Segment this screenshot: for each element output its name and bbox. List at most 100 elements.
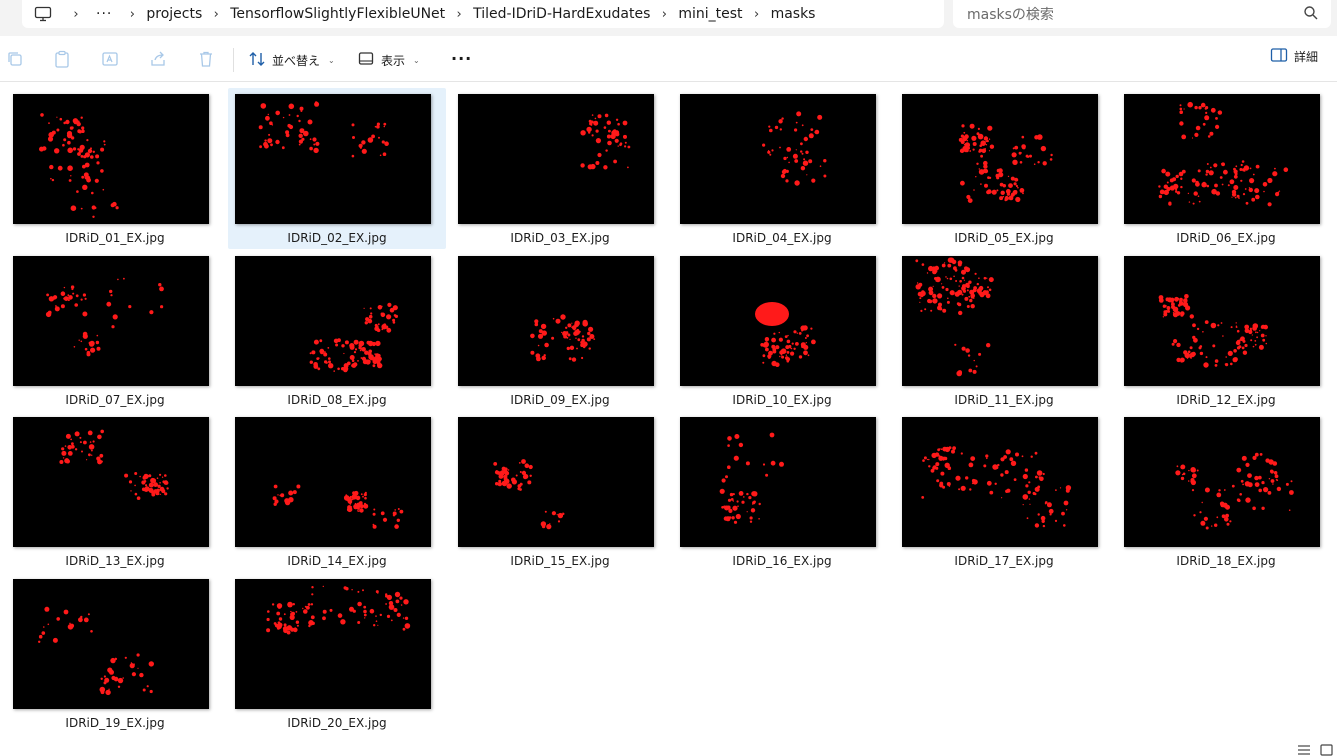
breadcrumb-segment-tiled[interactable]: Tiled-IDriD-HardExudates — [473, 6, 650, 22]
this-pc-icon[interactable] — [34, 6, 52, 22]
sort-label: 並べ替え — [272, 53, 321, 68]
file-tile[interactable]: IDRiD_08_EX.jpg — [228, 250, 446, 411]
file-tile[interactable]: IDRiD_07_EX.jpg — [6, 250, 224, 411]
file-name: IDRiD_03_EX.jpg — [510, 231, 610, 245]
sort-icon — [248, 50, 266, 71]
chevron-right-icon[interactable]: › — [650, 7, 678, 22]
details-pane-button[interactable]: 詳細 — [1270, 47, 1318, 66]
address-bar-row: › ··· › projects › TensorflowSlightlyFle… — [0, 0, 1337, 36]
file-name: IDRiD_18_EX.jpg — [1176, 554, 1276, 568]
file-name: IDRiD_20_EX.jpg — [287, 716, 387, 730]
file-tile[interactable]: IDRiD_14_EX.jpg — [228, 411, 446, 572]
sort-button[interactable]: 並べ替え ⌄ — [248, 47, 335, 73]
command-bar: 並べ替え ⌄ 表示 ⌄ ··· 詳細 — [0, 36, 1337, 82]
mask-thumbnail — [458, 256, 654, 386]
file-tile[interactable]: IDRiD_20_EX.jpg — [228, 573, 446, 734]
mask-thumbnail — [902, 94, 1098, 224]
mask-thumbnail — [680, 256, 876, 386]
file-name: IDRiD_02_EX.jpg — [287, 231, 387, 245]
file-tile[interactable]: IDRiD_11_EX.jpg — [895, 250, 1113, 411]
file-name: IDRiD_05_EX.jpg — [954, 231, 1054, 245]
file-tile[interactable]: IDRiD_01_EX.jpg — [6, 88, 224, 249]
file-name: IDRiD_17_EX.jpg — [954, 554, 1054, 568]
file-name: IDRiD_19_EX.jpg — [65, 716, 165, 730]
mask-thumbnail — [13, 579, 209, 709]
file-tile[interactable]: IDRiD_10_EX.jpg — [673, 250, 891, 411]
chevron-right-icon[interactable]: › — [743, 7, 771, 22]
file-name: IDRiD_04_EX.jpg — [732, 231, 832, 245]
file-tile[interactable]: IDRiD_04_EX.jpg — [673, 88, 891, 249]
chevron-right-icon[interactable]: › — [118, 7, 146, 22]
file-name: IDRiD_09_EX.jpg — [510, 393, 610, 407]
file-name: IDRiD_06_EX.jpg — [1176, 231, 1276, 245]
mask-thumbnail — [902, 256, 1098, 386]
breadcrumb-segment-mini-test[interactable]: mini_test — [678, 6, 742, 22]
mask-thumbnail — [1124, 94, 1320, 224]
file-tile[interactable]: IDRiD_12_EX.jpg — [1117, 250, 1335, 411]
chevron-right-icon[interactable]: › — [202, 7, 230, 22]
file-tile[interactable]: IDRiD_03_EX.jpg — [451, 88, 669, 249]
mask-thumbnail — [235, 579, 431, 709]
mask-thumbnail — [235, 256, 431, 386]
share-icon[interactable] — [149, 50, 167, 68]
search-box[interactable]: masksの検索 — [953, 0, 1331, 28]
breadcrumb-ellipsis[interactable]: ··· — [96, 6, 112, 22]
file-name: IDRiD_07_EX.jpg — [65, 393, 165, 407]
file-tile[interactable]: IDRiD_09_EX.jpg — [451, 250, 669, 411]
breadcrumb[interactable]: › ··· › projects › TensorflowSlightlyFle… — [22, 0, 944, 28]
file-name: IDRiD_10_EX.jpg — [732, 393, 832, 407]
file-name: IDRiD_13_EX.jpg — [65, 554, 165, 568]
mask-thumbnail — [680, 94, 876, 224]
delete-icon[interactable] — [197, 50, 215, 68]
chevron-right-icon[interactable]: › — [445, 7, 473, 22]
mask-thumbnail — [680, 417, 876, 547]
mask-thumbnail — [235, 417, 431, 547]
file-name: IDRiD_11_EX.jpg — [954, 393, 1054, 407]
list-view-icon[interactable] — [1297, 741, 1311, 756]
breadcrumb-segment-projects[interactable]: projects — [146, 6, 202, 22]
mask-thumbnail — [458, 94, 654, 224]
view-button[interactable]: 表示 ⌄ — [357, 47, 420, 73]
file-tile[interactable]: IDRiD_13_EX.jpg — [6, 411, 224, 572]
paste-icon[interactable] — [53, 50, 71, 68]
mask-thumbnail — [1124, 256, 1320, 386]
file-tile[interactable]: IDRiD_05_EX.jpg — [895, 88, 1113, 249]
file-tile[interactable]: IDRiD_02_EX.jpg — [228, 88, 446, 249]
mask-thumbnail — [13, 94, 209, 224]
chevron-down-icon: ⌄ — [413, 55, 420, 65]
chevron-down-icon: ⌄ — [328, 55, 335, 65]
file-tile[interactable]: IDRiD_06_EX.jpg — [1117, 88, 1335, 249]
details-pane-icon — [1270, 47, 1288, 66]
file-tile[interactable]: IDRiD_19_EX.jpg — [6, 573, 224, 734]
file-name: IDRiD_08_EX.jpg — [287, 393, 387, 407]
file-tile[interactable]: IDRiD_16_EX.jpg — [673, 411, 891, 572]
search-input[interactable]: masksの検索 — [967, 4, 1054, 24]
mask-thumbnail — [13, 417, 209, 547]
chevron-right-icon[interactable]: › — [62, 7, 90, 22]
file-name: IDRiD_16_EX.jpg — [732, 554, 832, 568]
search-icon[interactable] — [1303, 5, 1319, 25]
mask-thumbnail — [902, 417, 1098, 547]
file-tile[interactable]: IDRiD_15_EX.jpg — [451, 411, 669, 572]
details-label: 詳細 — [1294, 50, 1319, 64]
rename-icon[interactable] — [101, 50, 119, 68]
thumbnail-view-icon[interactable] — [1320, 741, 1333, 756]
file-tile[interactable]: IDRiD_18_EX.jpg — [1117, 411, 1335, 572]
file-grid: IDRiD_01_EX.jpg IDRiD_02_EX.jpg IDRiD_03_E… — [0, 82, 1337, 732]
file-name: IDRiD_01_EX.jpg — [65, 231, 165, 245]
view-label: 表示 — [381, 53, 406, 68]
mask-thumbnail — [458, 417, 654, 547]
file-name: IDRiD_14_EX.jpg — [287, 554, 387, 568]
mask-thumbnail — [13, 256, 209, 386]
mask-thumbnail — [1124, 417, 1320, 547]
copy-icon[interactable] — [6, 50, 24, 68]
view-icon — [357, 50, 375, 71]
more-options-icon[interactable]: ··· — [451, 49, 472, 68]
file-tile[interactable]: IDRiD_17_EX.jpg — [895, 411, 1113, 572]
file-name: IDRiD_12_EX.jpg — [1176, 393, 1276, 407]
file-name: IDRiD_15_EX.jpg — [510, 554, 610, 568]
breadcrumb-segment-masks[interactable]: masks — [771, 6, 816, 22]
breadcrumb-segment-unet[interactable]: TensorflowSlightlyFlexibleUNet — [230, 6, 445, 22]
toolbar-divider — [233, 48, 234, 72]
mask-thumbnail — [235, 94, 431, 224]
